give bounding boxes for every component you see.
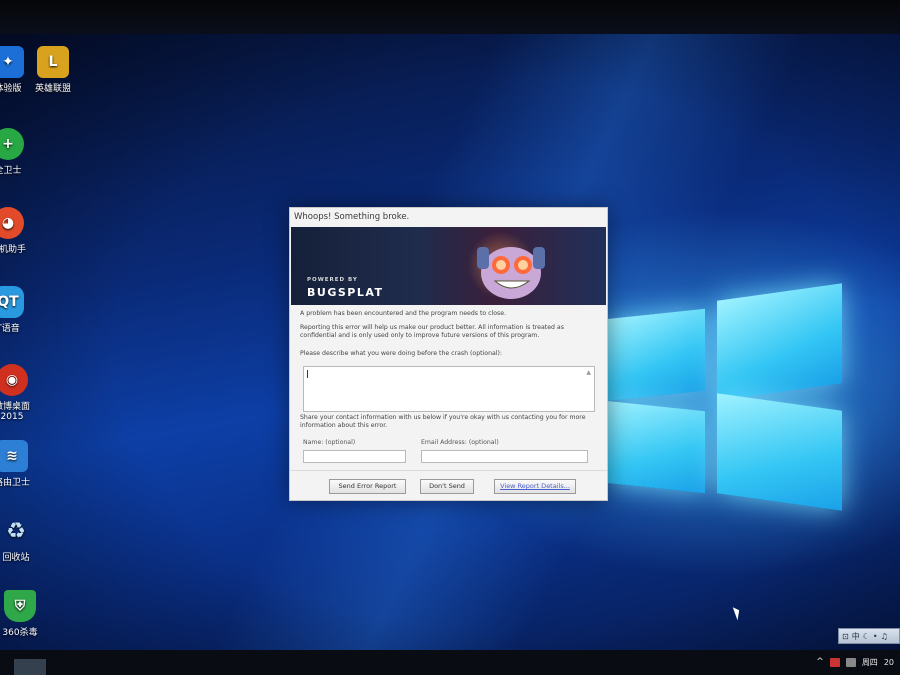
desktop-icon-label: 360杀毒 bbox=[2, 628, 38, 638]
taskbar bbox=[0, 650, 900, 675]
desktop-icon-router-guard[interactable]: ≋ 路由卫士 bbox=[0, 440, 42, 488]
shield-plus-icon: + bbox=[0, 128, 24, 160]
name-input[interactable] bbox=[303, 450, 406, 463]
router-icon: ≋ bbox=[0, 440, 28, 472]
app-icon: ✦ bbox=[0, 46, 24, 78]
desktop-icon-weibo[interactable]: ◉ 微博桌面 2015 bbox=[0, 364, 42, 422]
desktop-icon-phone-assistant[interactable]: ◕ 手机助手 bbox=[0, 207, 38, 255]
send-error-report-button[interactable]: Send Error Report bbox=[329, 479, 406, 494]
problem-message: A problem has been encountered and the p… bbox=[300, 310, 507, 317]
windows-logo bbox=[605, 283, 850, 524]
recycle-bin-icon: ♻ bbox=[6, 518, 26, 544]
desktop-icon-label: 英雄联盟 bbox=[34, 84, 71, 94]
email-label: Email Address: (optional) bbox=[421, 439, 499, 446]
desktop-icon-label: 全卫士 bbox=[0, 166, 22, 176]
ime-moon-icon: ☾ bbox=[862, 631, 870, 641]
desktop-icon-360-antivirus[interactable]: ⛨ 360杀毒 bbox=[0, 590, 50, 638]
desktop-icon-label: 微博桌面 2015 bbox=[0, 402, 30, 422]
tray-network-icon[interactable] bbox=[845, 657, 856, 667]
ime-mode-label: 中 bbox=[851, 631, 860, 641]
banner-powered-by: POWERED BY bbox=[307, 277, 358, 283]
dialog-title: Whoops! Something broke. bbox=[294, 212, 410, 222]
taskbar-app-tile[interactable] bbox=[14, 659, 46, 675]
banner-brand: BUGSPLAT bbox=[307, 286, 384, 299]
crash-description-input[interactable]: ▲ bbox=[303, 366, 595, 412]
weibo-icon: ◉ bbox=[0, 364, 28, 396]
bugsplat-error-dialog: Whoops! Something broke. POWERED BY BUGS… bbox=[289, 207, 608, 501]
tray-expand-icon[interactable]: ^ bbox=[816, 657, 824, 667]
view-report-details-link[interactable]: View Report Details... bbox=[494, 479, 576, 494]
mascot-icon bbox=[477, 247, 545, 299]
describe-label: Please describe what you were doing befo… bbox=[300, 350, 503, 357]
email-input[interactable] bbox=[421, 450, 588, 463]
desktop-icon-lol[interactable]: L 英雄联盟 bbox=[23, 46, 83, 94]
desktop-icon-label: 回收站 bbox=[2, 553, 30, 563]
desktop-icon-label: 路由卫士 bbox=[0, 478, 30, 488]
phone-assistant-icon: ◕ bbox=[0, 207, 24, 239]
qt-voice-icon: QT bbox=[0, 286, 24, 318]
desktop-icon-360-guard[interactable]: + 全卫士 bbox=[0, 128, 38, 176]
lol-icon: L bbox=[37, 46, 69, 78]
dont-send-button[interactable]: Don't Send bbox=[420, 479, 474, 494]
ime-mic-icon: ♫ bbox=[880, 631, 888, 641]
desktop-icon-label: T语音 bbox=[0, 324, 20, 334]
system-tray: ^ 周四 20 bbox=[816, 652, 900, 672]
desktop-icon-qt[interactable]: QT T语音 bbox=[0, 286, 38, 334]
ime-dot-icon: • bbox=[872, 631, 878, 641]
antivirus-shield-icon: ⛨ bbox=[4, 590, 36, 622]
desktop-icon-label: 手机助手 bbox=[0, 245, 26, 255]
ime-toolbar[interactable]: ⊡ 中 ☾ • ♫ bbox=[838, 628, 900, 644]
divider bbox=[290, 470, 607, 471]
tray-day-label: 周四 bbox=[861, 657, 878, 667]
contact-message: Share your contact information with us b… bbox=[300, 414, 586, 430]
scroll-up-icon: ▲ bbox=[586, 369, 591, 376]
privacy-message: Reporting this error will help us make o… bbox=[300, 324, 564, 340]
tray-app-icon[interactable] bbox=[829, 657, 840, 667]
bugsplat-banner: POWERED BY BUGSPLAT bbox=[291, 227, 606, 305]
desktop-icon-recycle-bin[interactable]: ♻ 回收站 bbox=[0, 515, 46, 564]
name-label: Name: (optional) bbox=[303, 439, 356, 446]
tray-clock[interactable]: 20 bbox=[884, 658, 894, 667]
ime-logo-icon: ⊡ bbox=[842, 631, 849, 641]
